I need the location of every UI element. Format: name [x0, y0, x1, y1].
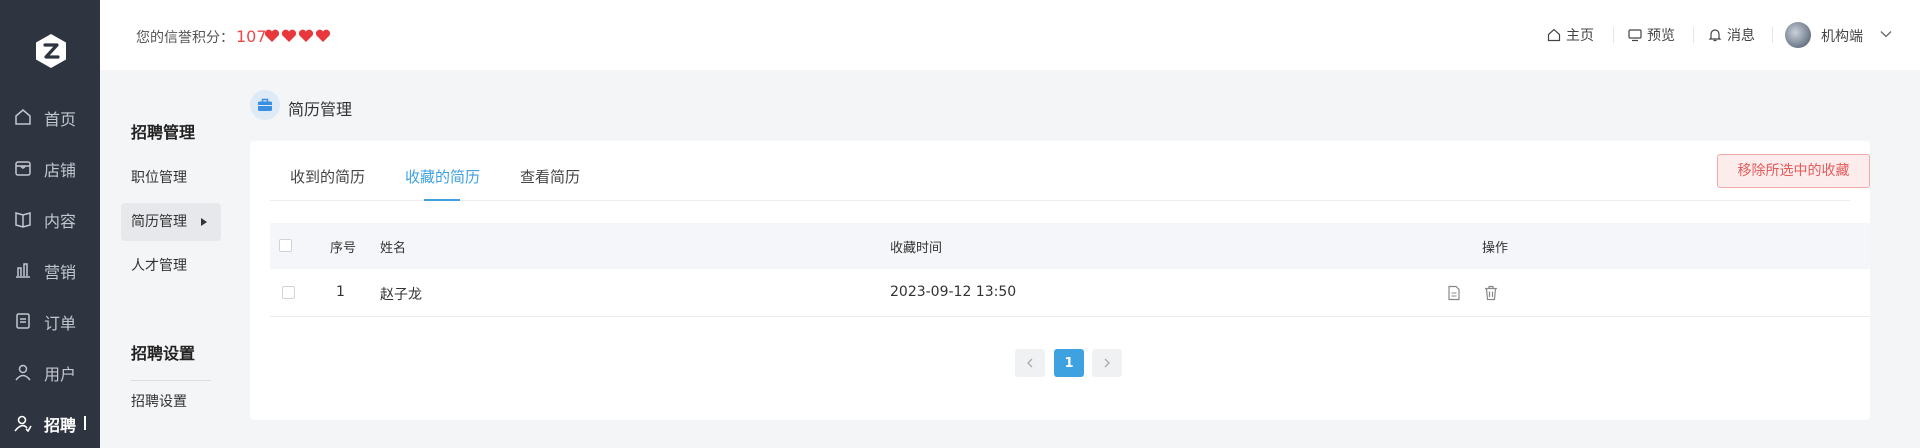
- messages-link-label: 消息: [1727, 28, 1755, 44]
- recruit-icon: [14, 415, 32, 432]
- nav-item-home[interactable]: 首页: [0, 97, 100, 137]
- row-checkbox[interactable]: [282, 286, 295, 299]
- briefcase-icon: [250, 90, 280, 120]
- nav-item-content[interactable]: 内容: [0, 199, 100, 239]
- heart-icon: [315, 29, 331, 42]
- home-icon: [15, 109, 31, 125]
- nav-item-label: 营销: [44, 263, 77, 282]
- nav-item-marketing[interactable]: 营销: [0, 250, 100, 290]
- header-divider: [1613, 27, 1614, 43]
- column-header-actions: 操作: [1482, 241, 1509, 256]
- chevron-right-icon: [1104, 358, 1110, 368]
- nav-item-label: 内容: [44, 212, 77, 231]
- table-row: 1 赵子龙 2023-09-12 13:50: [270, 269, 1870, 317]
- nav-item-users[interactable]: 用户: [0, 352, 100, 392]
- nav-item-label: 用户: [44, 365, 77, 384]
- home-icon: [1547, 28, 1561, 42]
- user-icon: [15, 364, 31, 381]
- subnav-item-resumes[interactable]: 简历管理: [121, 203, 221, 241]
- credit-label: 您的信誉积分：: [136, 30, 234, 46]
- nav-item-label: 招聘: [44, 416, 77, 435]
- nav-item-store[interactable]: 店铺: [0, 148, 100, 188]
- heart-icon: [281, 29, 297, 42]
- page-title: 简历管理: [288, 100, 353, 119]
- table-header: 序号 姓名 收藏时间 操作: [270, 223, 1870, 269]
- credit-score-display: 您的信誉积分： 107: [136, 27, 267, 47]
- resume-card: 收到的简历 收藏的简历 查看简历 移除所选中的收藏 序号 姓名 收藏时间 操作 …: [250, 141, 1870, 420]
- column-header-time: 收藏时间: [890, 241, 943, 256]
- heart-icon: [298, 29, 314, 42]
- column-header-name: 姓名: [380, 241, 407, 256]
- nav-item-recruit[interactable]: 招聘: [0, 403, 100, 443]
- home-link[interactable]: 主页: [1547, 25, 1594, 45]
- top-header: 您的信誉积分： 107 主页 预览 消息 机构端: [100, 0, 1920, 70]
- secondary-sidebar: 招聘管理 职位管理 简历管理 人才管理 招聘设置 招聘设置: [100, 70, 240, 448]
- prev-page-button[interactable]: [1015, 349, 1045, 377]
- subnav-item-jobs[interactable]: 职位管理: [121, 159, 221, 197]
- row-index: 1: [336, 284, 345, 300]
- page-number-button[interactable]: 1: [1054, 349, 1084, 377]
- bell-icon: [1708, 29, 1722, 42]
- remove-selected-favorites-button[interactable]: 移除所选中的收藏: [1717, 154, 1870, 188]
- nav-item-label: 首页: [44, 110, 77, 129]
- header-divider: [1693, 27, 1694, 43]
- row-time: 2023-09-12 13:50: [890, 284, 1017, 300]
- nav-item-label: 店铺: [44, 161, 77, 180]
- tab-received-resumes[interactable]: 收到的简历: [290, 166, 365, 187]
- active-indicator: [84, 416, 86, 430]
- subnav-item-talent[interactable]: 人才管理: [121, 247, 221, 285]
- subnav-group-title: 招聘管理: [131, 123, 196, 142]
- column-header-index: 序号: [330, 241, 357, 256]
- messages-link[interactable]: 消息: [1708, 25, 1755, 45]
- nav-item-label: 订单: [44, 314, 77, 333]
- order-icon: [16, 313, 30, 329]
- active-tab-indicator: [424, 199, 460, 201]
- caret-right-icon: [201, 218, 207, 226]
- subnav-item-recruit-settings[interactable]: 招聘设置: [121, 383, 221, 421]
- select-all-checkbox[interactable]: [279, 239, 292, 252]
- preview-link-label: 预览: [1647, 28, 1675, 44]
- logo-icon[interactable]: [34, 33, 68, 69]
- tab-viewed-resumes[interactable]: 查看简历: [520, 166, 580, 187]
- trash-icon[interactable]: [1483, 285, 1499, 301]
- subnav-group-title: 招聘设置: [131, 344, 196, 363]
- credit-score: 107: [236, 27, 267, 46]
- tab-favorite-resumes[interactable]: 收藏的简历: [405, 166, 480, 187]
- subnav-divider: [131, 380, 211, 381]
- document-icon[interactable]: [1446, 285, 1462, 301]
- home-link-label: 主页: [1566, 28, 1594, 44]
- next-page-button[interactable]: [1092, 349, 1122, 377]
- chevron-down-icon[interactable]: [1880, 30, 1892, 38]
- tab-divider: [270, 200, 1850, 201]
- header-divider: [1772, 27, 1773, 43]
- bar-chart-icon: [16, 263, 30, 278]
- credit-hearts: [264, 29, 331, 43]
- preview-link[interactable]: 预览: [1628, 25, 1675, 45]
- chevron-left-icon: [1027, 358, 1033, 368]
- store-icon: [15, 161, 31, 176]
- book-icon: [15, 212, 31, 228]
- avatar[interactable]: [1785, 22, 1811, 48]
- org-switcher[interactable]: 机构端: [1821, 26, 1863, 46]
- left-nav: 首页 店铺 内容 营销 订单 用户 招聘: [0, 0, 100, 448]
- row-name: 赵子龙: [380, 287, 422, 303]
- nav-item-orders[interactable]: 订单: [0, 301, 100, 341]
- monitor-icon: [1628, 29, 1642, 42]
- subnav-item-label: 简历管理: [131, 214, 187, 230]
- heart-icon: [264, 29, 280, 42]
